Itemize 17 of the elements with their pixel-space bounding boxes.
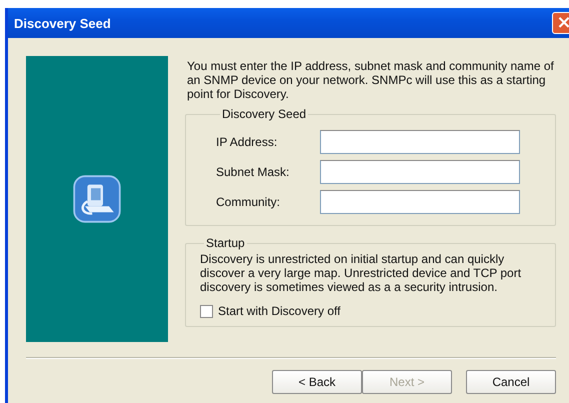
startup-text: Discovery is unrestricted on initial startup and can quickly discover a very large map. Unrestricted device and TCP port discovery is sometimes viewed as a a security intrusion.	[200, 252, 522, 294]
group-title: Discovery Seed	[221, 107, 308, 121]
field-label: Community:	[216, 195, 282, 209]
group-title: Startup	[205, 236, 246, 250]
checkbox[interactable]	[200, 304, 213, 318]
input-field[interactable]	[320, 160, 520, 184]
wizard-button[interactable]: < Back	[272, 370, 362, 394]
checkbox-label: Start with Discovery off	[218, 304, 340, 318]
close-button[interactable]: ×	[552, 12, 569, 34]
field-label: Subnet Mask:	[216, 165, 290, 179]
input-field[interactable]	[320, 190, 520, 214]
input-field[interactable]	[320, 130, 520, 154]
intro-text: You must enter the IP address, subnet mask and community name of an SNMP device on your network. SNMPc will use this as a starting point for Discovery.	[187, 59, 555, 101]
computer-icon	[73, 175, 121, 223]
field-label: IP Address:	[216, 135, 278, 149]
window-title: Discovery Seed	[14, 16, 111, 30]
wizard-button[interactable]: Cancel	[466, 370, 556, 394]
